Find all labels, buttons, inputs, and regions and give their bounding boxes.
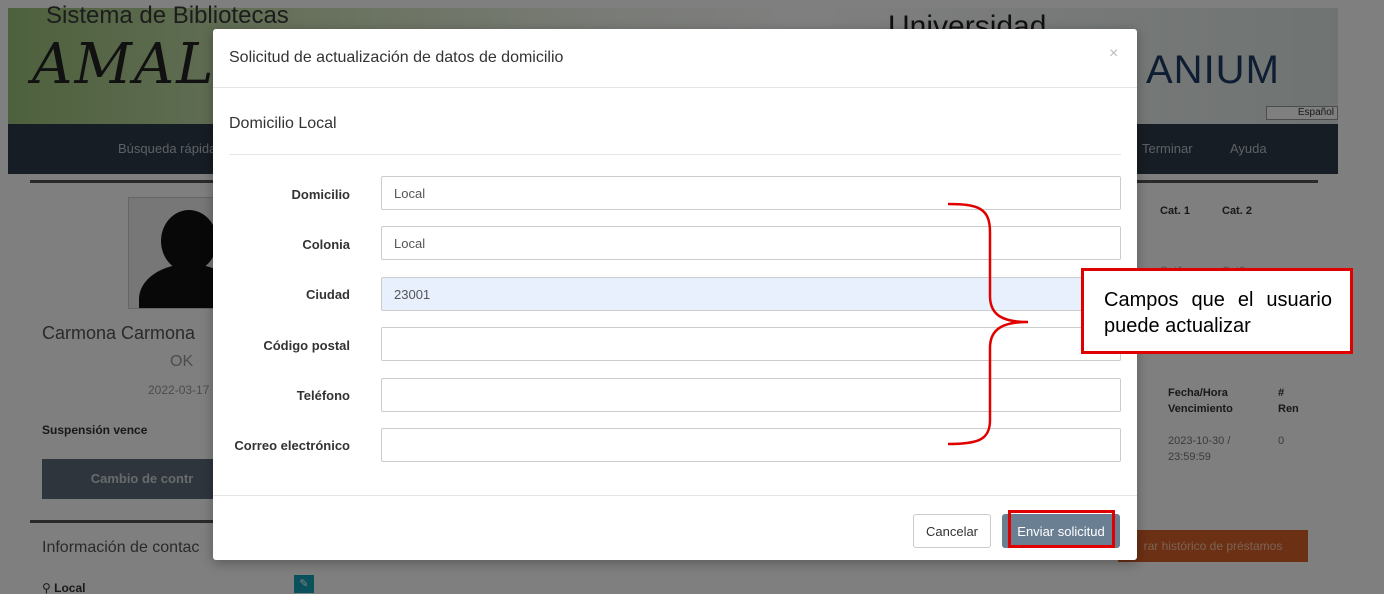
modal-header: Solicitud de actualización de datos de d… bbox=[213, 29, 1137, 88]
cancel-button[interactable]: Cancelar bbox=[913, 514, 991, 548]
correo-electronico-input[interactable] bbox=[381, 428, 1121, 462]
domicilio-label: Domicilio bbox=[291, 187, 350, 202]
colonia-label: Colonia bbox=[302, 237, 350, 252]
telefono-label: Teléfono bbox=[296, 388, 350, 403]
modal-title: Solicitud de actualización de datos de d… bbox=[229, 49, 564, 66]
section-divider bbox=[229, 154, 1121, 155]
domicilio-input[interactable] bbox=[381, 176, 1121, 210]
close-icon[interactable]: × bbox=[1109, 45, 1118, 63]
address-update-modal: Solicitud de actualización de datos de d… bbox=[213, 29, 1137, 560]
send-button-highlight bbox=[1008, 510, 1115, 548]
ciudad-input[interactable] bbox=[381, 277, 1121, 311]
codigo-postal-label: Código postal bbox=[263, 338, 350, 353]
correo-electronico-label: Correo electrónico bbox=[234, 438, 350, 453]
modal-footer: Cancelar Enviar solicitud bbox=[213, 495, 1137, 561]
ciudad-label: Ciudad bbox=[305, 287, 350, 302]
colonia-input[interactable] bbox=[381, 226, 1121, 260]
section-title: Domicilio Local bbox=[229, 115, 337, 132]
codigo-postal-input[interactable] bbox=[381, 327, 1121, 361]
annotation-callout: Campos que el usuario puede actualizar bbox=[1081, 268, 1353, 354]
telefono-input[interactable] bbox=[381, 378, 1121, 412]
